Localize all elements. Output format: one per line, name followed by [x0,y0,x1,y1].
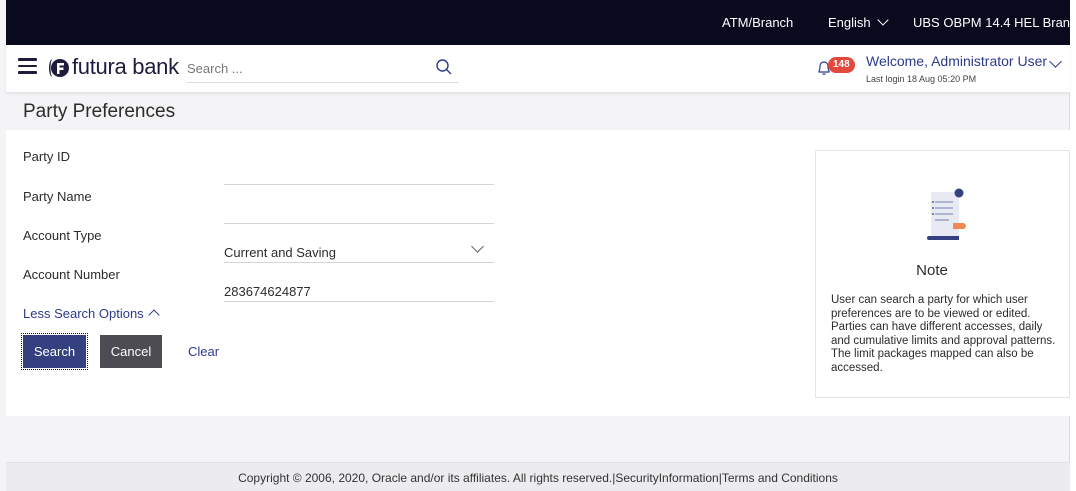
futura-logo-icon [49,59,69,77]
page-title: Party Preferences [23,101,176,122]
account-number-value: 283674624877 [224,284,311,299]
brand-name: futura bank [72,54,179,79]
atm-branch-link[interactable]: ATM/Branch [722,15,793,30]
party-name-field[interactable] [224,186,494,224]
header: futura bank 148 Welcome, Administrator U… [6,45,1070,93]
language-label: English [828,15,871,30]
cancel-button[interactable]: Cancel [100,335,162,368]
search-button[interactable]: Search [21,333,88,370]
clear-link[interactable]: Clear [188,344,219,359]
document-illustration-icon [927,188,966,240]
app-frame: ATM/Branch English UBS OBPM 14.4 HEL Bra… [0,0,1076,491]
welcome-user[interactable]: Welcome, Administrator User [866,53,1047,69]
chevron-up-icon [148,309,160,321]
less-search-options-label: Less Search Options [23,306,144,321]
search-input[interactable] [187,55,427,81]
note-text: User can search a party for which user p… [831,294,1056,374]
branch-label: UBS OBPM 14.4 HEL Branch [913,15,1076,30]
chevron-down-icon [876,14,889,26]
top-bar: ATM/Branch English UBS OBPM 14.4 HEL Bra… [6,0,1076,45]
note-title: Note [916,262,948,279]
party-id-label: Party ID [23,149,70,164]
hamburger-icon[interactable] [18,58,37,74]
account-number-label: Account Number [23,267,120,282]
chevron-down-icon [471,240,484,253]
language-selector[interactable]: English [828,14,889,30]
account-type-label: Account Type [23,228,102,243]
party-name-label: Party Name [23,189,92,204]
less-search-options-link[interactable]: Less Search Options [23,306,160,321]
search-icon[interactable] [435,58,453,76]
chevron-down-icon[interactable] [1049,55,1062,68]
footer: Copyright © 2006, 2020, Oracle and/or it… [6,462,1070,491]
account-type-value: Current and Saving [224,245,337,260]
notification-badge[interactable]: 148 [828,57,855,73]
branch-selector[interactable]: UBS OBPM 14.4 HEL Branch [913,15,1076,30]
account-number-field[interactable]: 283674624877 [224,264,494,302]
note-card: Note User can search a party for which u… [815,150,1070,398]
party-id-field[interactable] [224,147,494,185]
last-login-text: Last login 18 Aug 05:20 PM [866,74,977,84]
account-type-dropdown[interactable]: Current and Saving [224,225,494,263]
search-box [187,55,459,83]
